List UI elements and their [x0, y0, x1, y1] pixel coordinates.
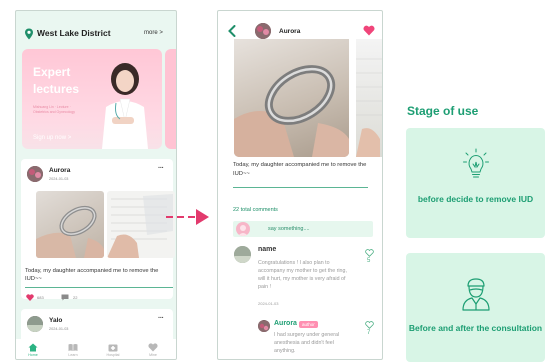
post-detail-screen: Aurora Today, my daughter accompanied me…: [217, 10, 383, 360]
next-image-peek[interactable]: [356, 39, 382, 157]
comment-placeholder[interactable]: say something....: [268, 226, 310, 232]
like-count: 683: [37, 295, 44, 300]
post-image[interactable]: [234, 39, 349, 157]
tab-home[interactable]: Home: [18, 343, 48, 357]
nurse-icon: [462, 278, 490, 311]
banner-details: Mishuang Lin · Lecture · Obstetrics and …: [33, 105, 76, 114]
doctor-photo: [102, 63, 148, 149]
home-icon: [28, 343, 38, 352]
more-link[interactable]: more >: [144, 30, 163, 36]
heart-icon[interactable]: [26, 294, 34, 301]
comment-date: 2024-01-03: [258, 301, 279, 306]
more-options-icon[interactable]: ···: [158, 165, 164, 172]
post-card[interactable]: Aurora 2024-01-03 ··· Today, my daughter…: [21, 159, 175, 301]
back-arrow-icon[interactable]: [228, 25, 236, 37]
next-banner-peek[interactable]: [165, 49, 176, 149]
comment-icon[interactable]: [61, 294, 69, 301]
avatar[interactable]: [255, 23, 271, 39]
more-options-icon[interactable]: ···: [158, 315, 164, 322]
post-text: Today, my daughter accompanied me to rem…: [233, 162, 367, 177]
stage-card-consultation: Before and after the consultation: [406, 253, 545, 362]
banner-title: Expert lectures: [33, 65, 80, 96]
avatar[interactable]: [27, 166, 43, 182]
comment-count: 22: [73, 295, 78, 300]
heart-icon[interactable]: [363, 25, 375, 36]
arrow-head-icon: [196, 209, 209, 225]
post-image[interactable]: [36, 191, 104, 258]
my-avatar: [236, 222, 250, 236]
comment-like-count: 5: [367, 258, 371, 264]
community-home-screen: West Lake District more > Expert lecture…: [15, 10, 177, 360]
hospital-icon: [108, 344, 118, 352]
stage-of-use-title: Stage of use: [407, 104, 479, 118]
avatar[interactable]: [27, 316, 43, 332]
avatar[interactable]: [234, 246, 251, 263]
post-username[interactable]: Yalo: [49, 317, 62, 324]
heart-outline-icon[interactable]: [365, 321, 374, 329]
reply-like-count: 7: [367, 330, 371, 336]
avatar[interactable]: [258, 320, 270, 332]
stage-label: Before and after the consultation: [408, 323, 543, 333]
post-image[interactable]: [107, 191, 175, 258]
tab-learn[interactable]: Learn: [58, 343, 88, 357]
reply-author[interactable]: Aurora: [274, 320, 297, 327]
bottom-tab-bar: Home Learn Hospital Mine: [16, 339, 176, 359]
divider: [233, 187, 368, 188]
location-label[interactable]: West Lake District: [37, 28, 111, 38]
post-date: 2024-01-03: [49, 327, 69, 331]
post-date: 2024-01-03: [49, 177, 69, 181]
author-name[interactable]: Aurora: [279, 28, 300, 35]
stage-card-before-removal: before decide to remove IUD: [406, 128, 545, 238]
post-text: Today, my daughter accompanied me to rem…: [25, 268, 159, 282]
comment-author[interactable]: name: [258, 246, 276, 253]
heart-outline-icon[interactable]: [365, 249, 374, 257]
post-username[interactable]: Aurora: [49, 167, 70, 174]
comment-text: Congratulations ! I also plan to accompa…: [258, 260, 347, 290]
divider: [25, 287, 173, 288]
expert-lectures-banner[interactable]: Expert lectures Mishuang Lin · Lecture ·…: [22, 49, 162, 149]
book-icon: [68, 344, 78, 351]
reply-text: I had surgery under general anesthesia a…: [274, 332, 340, 354]
lightbulb-icon: [463, 148, 489, 178]
author-badge: author: [299, 321, 318, 328]
location-pin-icon: [25, 28, 33, 40]
tab-mine[interactable]: Mine: [138, 343, 168, 357]
sign-up-link[interactable]: Sign up now >: [33, 135, 71, 141]
tab-hospital[interactable]: Hospital: [98, 343, 128, 357]
total-comments-label: 22 total comments: [233, 207, 278, 213]
stage-label: before decide to remove IUD: [417, 194, 534, 204]
heart-icon: [148, 343, 158, 352]
